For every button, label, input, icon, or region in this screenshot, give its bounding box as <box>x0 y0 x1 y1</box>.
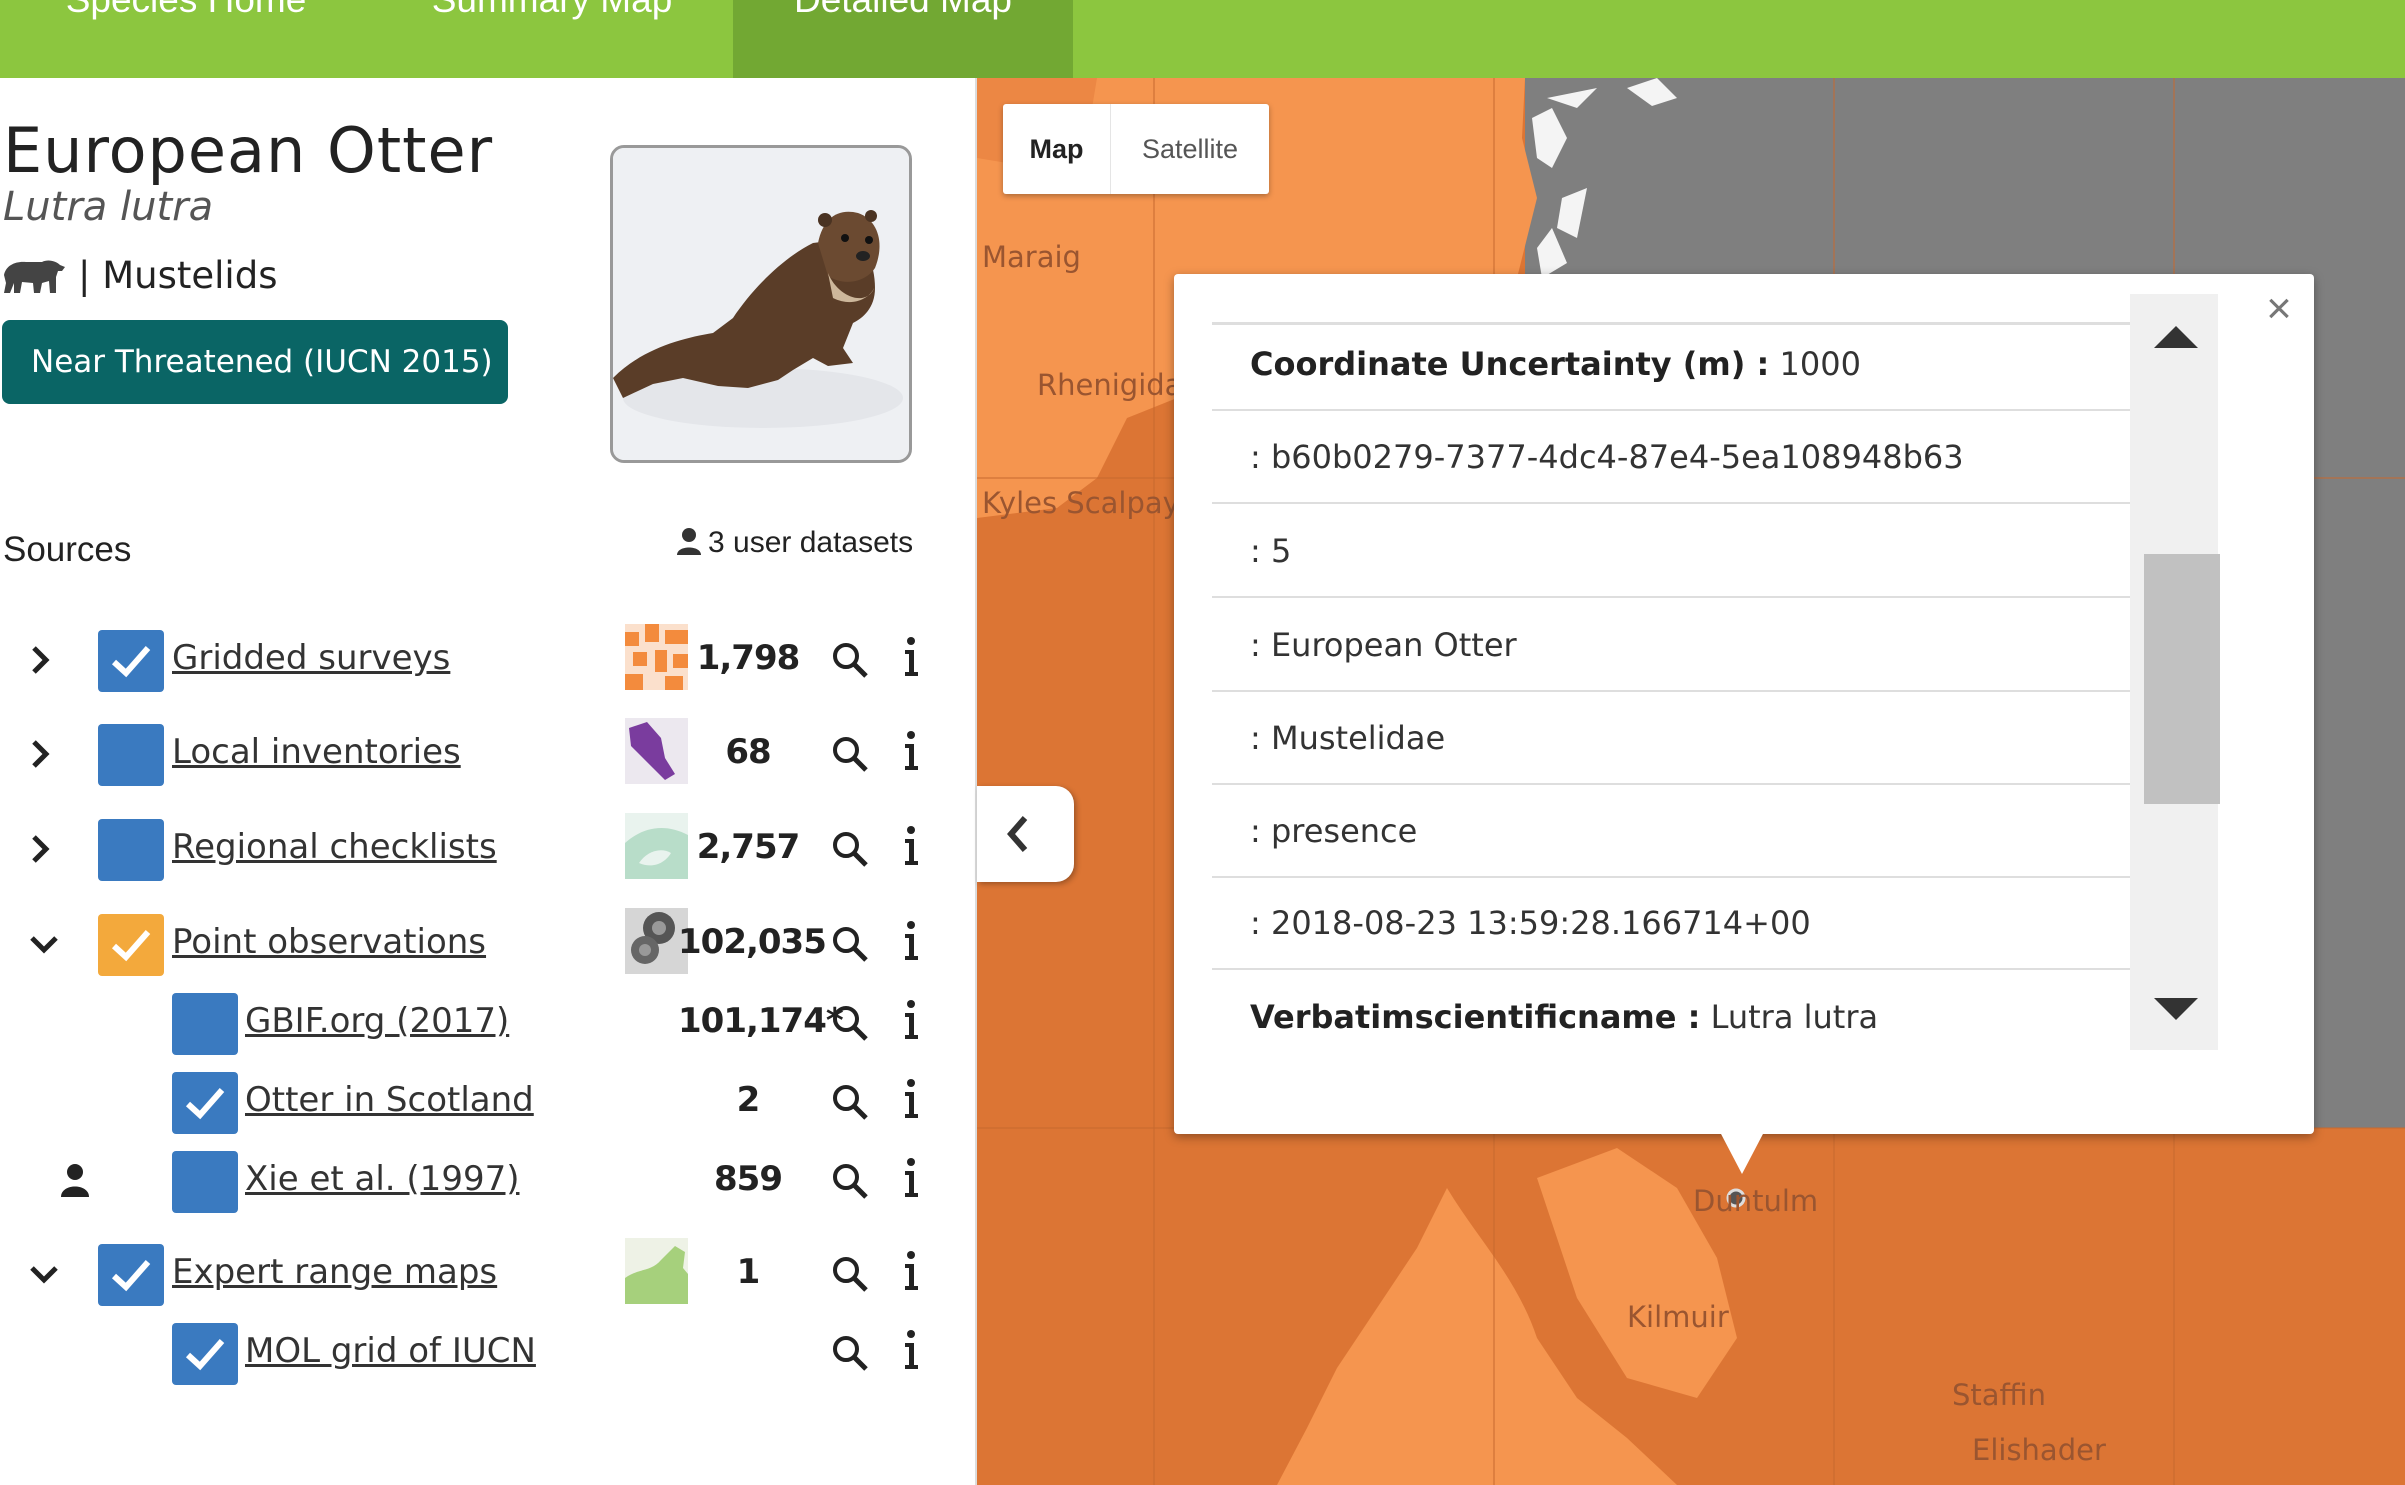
info-icon[interactable] <box>900 1327 922 1371</box>
source-row-mol-grid: MOL grid of IUCN <box>0 1323 977 1393</box>
xie-et-al-link[interactable]: Xie et al. (1997) <box>245 1159 519 1199</box>
info-icon[interactable] <box>900 634 922 678</box>
collapse-panel-button[interactable] <box>977 786 1074 882</box>
species-scientific-name: Lutra lutra <box>3 184 214 230</box>
local-inventories-link[interactable]: Local inventories <box>172 732 461 772</box>
source-row-regional-checklists: Regional checklists 2,757 <box>0 813 977 889</box>
point-observations-count: 102,035 <box>678 922 827 962</box>
expert-range-maps-checkbox[interactable] <box>98 1244 164 1306</box>
popup-row-family: : Mustelidae <box>1212 692 2130 785</box>
source-row-point-observations: Point observations 102,035 <box>0 908 977 984</box>
gridded-surveys-checkbox[interactable] <box>98 630 164 692</box>
user-datasets-link[interactable]: 3 user datasets <box>676 526 913 560</box>
source-row-local-inventories: Local inventories 68 <box>0 718 977 794</box>
info-icon[interactable] <box>900 1248 922 1292</box>
gridded-surveys-link[interactable]: Gridded surveys <box>172 638 450 678</box>
chevron-down-icon[interactable] <box>26 1256 62 1292</box>
point-observations-link[interactable]: Point observations <box>172 922 486 962</box>
info-icon[interactable] <box>900 997 922 1041</box>
top-nav: Species Home Summary Map Detailed Map <box>0 0 2405 78</box>
search-icon[interactable] <box>830 829 870 869</box>
sources-title: Sources <box>3 530 132 569</box>
chevron-left-icon <box>1007 816 1028 852</box>
person-icon <box>677 528 701 555</box>
search-icon[interactable] <box>830 1161 870 1201</box>
expert-range-maps-count: 1 <box>736 1252 761 1292</box>
regional-checklists-link[interactable]: Regional checklists <box>172 827 497 867</box>
conservation-status-badge[interactable]: Near Threatened (IUCN 2015) <box>2 320 508 404</box>
record-popup: Coordinate Uncertainty (m) : 1000 : b60b… <box>1174 274 2314 1134</box>
source-row-expert-range-maps: Expert range maps 1 <box>0 1238 977 1314</box>
species-group: | Mustelids <box>78 254 278 297</box>
search-icon[interactable] <box>830 924 870 964</box>
species-common-name: European Otter <box>3 114 494 187</box>
bear-icon <box>4 260 65 293</box>
scroll-down-icon[interactable] <box>2154 996 2198 1022</box>
otter-in-scotland-count: 2 <box>736 1080 761 1120</box>
chevron-right-icon[interactable] <box>22 831 58 867</box>
search-icon[interactable] <box>830 1082 870 1122</box>
map-label-duntulm: Duntulm <box>1693 1184 1819 1218</box>
source-row-otter-in-scotland: Otter in Scotland 2 <box>0 1072 977 1142</box>
regional-checklists-count: 2,757 <box>696 827 801 867</box>
info-icon[interactable] <box>900 728 922 772</box>
mol-grid-checkbox[interactable] <box>172 1323 238 1385</box>
search-icon[interactable] <box>830 640 870 680</box>
info-icon[interactable] <box>900 1076 922 1120</box>
gbif-link[interactable]: GBIF.org (2017) <box>245 1001 509 1041</box>
source-row-xie-et-al: Xie et al. (1997) 859 <box>0 1151 977 1221</box>
tab-detailed-map[interactable]: Detailed Map <box>733 0 1073 78</box>
map-label-elishader: Elishader <box>1972 1433 2106 1467</box>
info-icon[interactable] <box>900 918 922 962</box>
map-type-map-button[interactable]: Map <box>1003 104 1110 194</box>
otter-in-scotland-link[interactable]: Otter in Scotland <box>245 1080 534 1120</box>
popup-pointer <box>1720 1132 1764 1174</box>
popup-row-count: : 5 <box>1212 505 2130 598</box>
regional-checklists-checkbox[interactable] <box>98 819 164 881</box>
scroll-up-icon[interactable] <box>2154 324 2198 350</box>
popup-row-common-name: : European Otter <box>1212 599 2130 692</box>
otter-photo <box>610 145 912 463</box>
mol-grid-link[interactable]: MOL grid of IUCN <box>245 1331 536 1371</box>
xie-et-al-checkbox[interactable] <box>172 1151 238 1213</box>
info-icon[interactable] <box>900 1155 922 1199</box>
search-icon[interactable] <box>830 1254 870 1294</box>
point-observations-checkbox[interactable] <box>98 914 164 976</box>
map-label-kyles-scalpay: Kyles Scalpay <box>982 486 1180 520</box>
source-row-gridded-surveys: Gridded surveys 1,798 <box>0 624 977 700</box>
popup-row-occurrence-status: : presence <box>1212 785 2130 878</box>
tab-species-home[interactable]: Species Home <box>0 0 372 78</box>
popup-row-coordinate-uncertainty: Coordinate Uncertainty (m) : 1000 <box>1212 318 2130 411</box>
popup-row-timestamp: : 2018-08-23 13:59:28.166714+00 <box>1212 877 2130 970</box>
map-label-kilmuir: Kilmuir <box>1627 1300 1729 1334</box>
species-panel: European Otter Lutra lutra | Mustelids N… <box>0 78 977 1485</box>
tab-summary-map[interactable]: Summary Map <box>372 0 732 78</box>
map-label-maraig: Maraig <box>982 240 1081 274</box>
chevron-right-icon[interactable] <box>22 736 58 772</box>
gbif-checkbox[interactable] <box>172 993 238 1055</box>
chevron-right-icon[interactable] <box>22 642 58 678</box>
otter-in-scotland-checkbox[interactable] <box>172 1072 238 1134</box>
source-row-gbif: GBIF.org (2017) 101,174* <box>0 993 977 1063</box>
search-icon[interactable] <box>830 1003 870 1043</box>
close-button[interactable]: × <box>2254 284 2304 334</box>
expert-range-maps-link[interactable]: Expert range maps <box>172 1252 497 1292</box>
xie-et-al-count: 859 <box>714 1159 783 1199</box>
map-label-staffin: Staffin <box>1952 1378 2046 1412</box>
map-type-control: Map Satellite <box>1003 104 1269 194</box>
map-type-satellite-button[interactable]: Satellite <box>1111 104 1269 194</box>
popup-row-occurrence-id: : b60b0279-7377-4dc4-87e4-5ea108948b63 <box>1212 411 2130 504</box>
local-inventories-count: 68 <box>725 732 771 772</box>
user-dataset-icon <box>61 1164 89 1197</box>
gbif-count: 101,174* <box>678 1001 844 1041</box>
search-icon[interactable] <box>830 1333 870 1373</box>
chevron-down-icon[interactable] <box>26 926 62 962</box>
popup-row-verbatim-scientific-name: Verbatimscientificname : Lutra lutra <box>1250 998 1879 1036</box>
search-icon[interactable] <box>830 734 870 774</box>
local-inventories-checkbox[interactable] <box>98 724 164 786</box>
info-icon[interactable] <box>900 823 922 867</box>
gridded-surveys-count: 1,798 <box>696 638 801 678</box>
popup-scrollbar-thumb[interactable] <box>2144 554 2220 804</box>
